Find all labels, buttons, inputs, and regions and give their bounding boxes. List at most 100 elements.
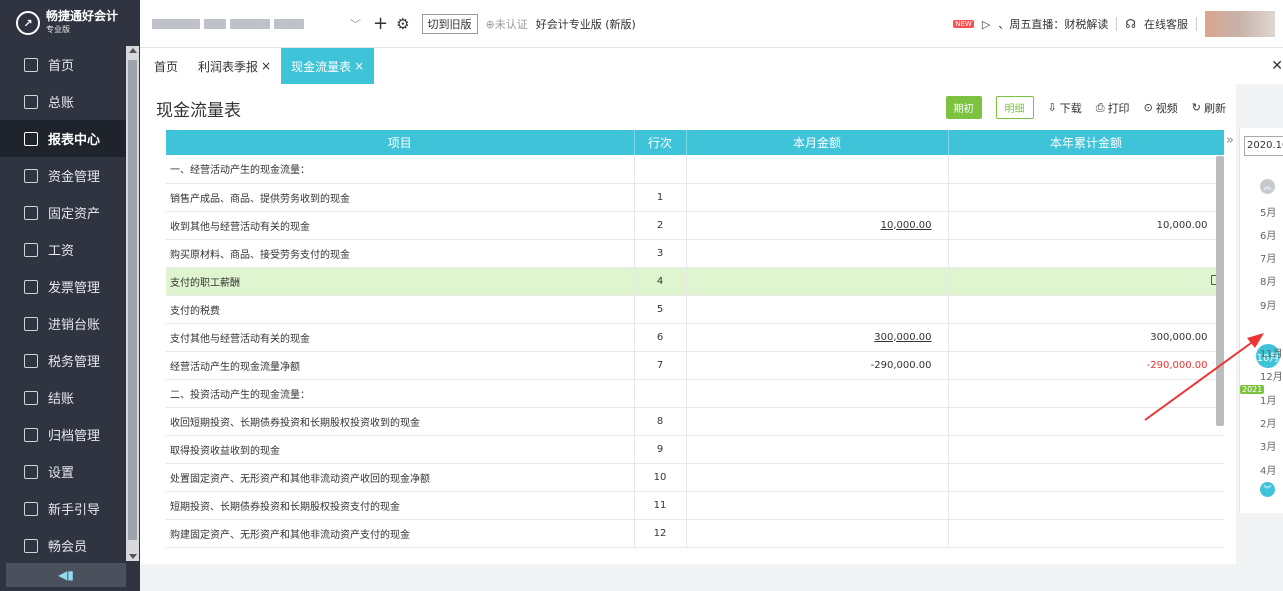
video-button[interactable]: ⊙ 视频 bbox=[1144, 100, 1178, 116]
certification-status[interactable]: ⊕未认证 bbox=[486, 16, 528, 32]
sidebar-item-settings[interactable]: 设置 bbox=[0, 453, 126, 490]
sidebar-item-ledger[interactable]: 总账 bbox=[0, 83, 126, 120]
table-row-highlighted[interactable]: 支付的职工薪酬 4 bbox=[166, 267, 1224, 296]
sidebar-item-tax[interactable]: 税务管理 bbox=[0, 342, 126, 379]
close-icon[interactable]: × bbox=[261, 59, 271, 73]
close-books-icon bbox=[24, 390, 38, 405]
tab-cash-flow[interactable]: 现金流量表 × bbox=[281, 48, 375, 84]
column-header-item: 项目 bbox=[166, 130, 635, 155]
top-header: ﹀ + ⚙ 切到旧版 ⊕未认证 好会计专业版 (新版) NEW ▷ 、周五直播：… bbox=[140, 0, 1283, 48]
user-avatar[interactable] bbox=[1205, 11, 1275, 37]
table-row[interactable]: 销售产成品、商品、提供劳务收到的现金 1 bbox=[166, 183, 1224, 212]
sidebar-item-label: 资金管理 bbox=[48, 170, 101, 185]
drilldown-amount-link[interactable]: 10,000.00 bbox=[686, 211, 949, 240]
close-all-tabs-icon[interactable]: ✕ bbox=[1271, 58, 1283, 74]
month-item[interactable]: 12月 bbox=[1260, 368, 1283, 383]
scroll-down-arrow-icon[interactable] bbox=[129, 554, 137, 559]
detail-button[interactable]: 明细 bbox=[995, 96, 1034, 119]
header-right: NEW ▷ 、周五直播：财税解读 ☊ 在线客服 bbox=[953, 0, 1283, 48]
chevron-down-circle-icon[interactable]: ︾ bbox=[1260, 482, 1275, 497]
table-row[interactable]: 短期投资、长期债券投资和长期股权投资支付的现金 11 bbox=[166, 491, 1224, 520]
month-item[interactable]: 9月 bbox=[1260, 297, 1276, 312]
app-logo[interactable]: ↗ 畅捷通好会计 专业版 bbox=[0, 0, 140, 46]
live-play-icon: ▷ bbox=[981, 17, 991, 31]
initial-balance-button[interactable]: 期初 bbox=[945, 96, 982, 119]
table-scrollbar[interactable] bbox=[1216, 156, 1224, 426]
live-stream-link[interactable]: 、周五直播：财税解读 bbox=[998, 16, 1108, 32]
table-row[interactable]: 支付的税费 5 bbox=[166, 295, 1224, 324]
play-circle-icon: ⊙ bbox=[1143, 101, 1153, 114]
sidebar-item-reports[interactable]: 报表中心 bbox=[0, 120, 126, 157]
table-row[interactable]: 收到其他与经营活动有关的现金 2 10,000.00 10,000.00 bbox=[166, 211, 1224, 240]
sidebar-item-inventory[interactable]: 进销台账 bbox=[0, 305, 126, 342]
sidebar-collapse-button[interactable]: ◀▮ bbox=[6, 563, 126, 587]
period-input[interactable]: 2020.10 bbox=[1244, 136, 1283, 156]
salary-icon bbox=[24, 242, 38, 257]
table-row[interactable]: 取得投资收益收到的现金 9 bbox=[166, 435, 1224, 464]
sidebar-item-label: 税务管理 bbox=[48, 355, 101, 370]
sidebar-scrollbar[interactable] bbox=[126, 46, 139, 561]
tab-profit-quarterly[interactable]: 利润表季报 × bbox=[188, 48, 281, 84]
table-row[interactable]: 经营活动产生的现金流量净额 7 -290,000.00 -290,000.00 bbox=[166, 351, 1224, 380]
sidebar-item-label: 进销台账 bbox=[48, 318, 101, 333]
month-item[interactable]: 7月 bbox=[1260, 250, 1276, 265]
table-row[interactable]: 一、经营活动产生的现金流量： bbox=[166, 155, 1224, 184]
month-item[interactable]: 2月 bbox=[1260, 415, 1276, 430]
chevron-up-icon[interactable]: ︽ bbox=[1260, 179, 1275, 194]
sidebar-item-funds[interactable]: 资金管理 bbox=[0, 157, 126, 194]
period-selector-panel: 2020.10 ︽ 5月 6月 7月 8月 9月 10月 11月 12月 202… bbox=[1239, 128, 1283, 513]
switch-old-version-button[interactable]: 切到旧版 bbox=[421, 13, 478, 34]
chevron-down-icon[interactable]: ﹀ bbox=[350, 16, 361, 32]
sidebar-item-label: 归档管理 bbox=[48, 429, 101, 444]
month-item[interactable]: 6月 bbox=[1260, 227, 1276, 242]
online-service-link[interactable]: 在线客服 bbox=[1144, 16, 1188, 32]
sidebar-item-close-books[interactable]: 结账 bbox=[0, 379, 126, 416]
sidebar-item-guide[interactable]: 新手引导 bbox=[0, 490, 126, 527]
sidebar-item-salary[interactable]: 工资 bbox=[0, 231, 126, 268]
print-button[interactable]: ⎙ 打印 bbox=[1096, 100, 1130, 116]
company-selector[interactable] bbox=[152, 17, 332, 31]
settings-icon bbox=[24, 464, 38, 479]
month-item[interactable]: 5月 bbox=[1260, 204, 1276, 219]
company-name-redacted bbox=[152, 18, 200, 29]
report-toolbar: 期初 明细 ⇩ 下载 ⎙ 打印 ⊙ 视频 ↻ 刷新 bbox=[945, 96, 1226, 119]
month-item[interactable]: 1月 bbox=[1260, 392, 1276, 407]
tab-home[interactable]: 首页 bbox=[140, 48, 188, 84]
sidebar-nav: 首页 总账 报表中心 资金管理 固定资产 工资 发票管理 进销台账 税务管理 结… bbox=[0, 46, 126, 564]
download-button[interactable]: ⇩ 下载 bbox=[1048, 100, 1082, 116]
refresh-icon: ↻ bbox=[1191, 101, 1201, 114]
sidebar-item-member[interactable]: 畅会员 bbox=[0, 527, 126, 564]
edition-label: 好会计专业版 (新版) bbox=[535, 17, 636, 31]
sidebar-item-invoices[interactable]: 发票管理 bbox=[0, 268, 126, 305]
drilldown-amount-link[interactable]: 300,000.00 bbox=[686, 323, 949, 352]
table-row[interactable]: 收回短期投资、长期债券投资和长期股权投资收到的现金 8 bbox=[166, 407, 1224, 436]
table-row[interactable]: 购买原材料、商品、接受劳务支付的现金 3 bbox=[166, 239, 1224, 268]
table-header-row: 项目 行次 本月金额 本年累计金额 bbox=[166, 130, 1224, 155]
add-icon[interactable]: + bbox=[373, 13, 388, 34]
table-row[interactable]: 处置固定资产、无形资产和其他非流动资产收回的现金净额 10 bbox=[166, 463, 1224, 492]
double-chevron-right-icon[interactable]: » bbox=[1226, 133, 1234, 148]
sidebar-item-label: 总账 bbox=[48, 96, 75, 111]
gear-icon[interactable]: ⚙ bbox=[396, 15, 409, 33]
page-title: 现金流量表 bbox=[156, 101, 241, 121]
scroll-up-arrow-icon[interactable] bbox=[129, 48, 137, 53]
refresh-button[interactable]: ↻ 刷新 bbox=[1192, 100, 1226, 116]
month-item[interactable]: 4月 bbox=[1260, 462, 1276, 477]
close-icon[interactable]: × bbox=[354, 59, 364, 73]
sidebar-scroll-thumb[interactable] bbox=[128, 60, 137, 540]
member-icon bbox=[24, 538, 38, 553]
table-row[interactable]: 购建固定资产、无形资产和其他非流动资产支付的现金 12 bbox=[166, 519, 1224, 548]
headset-icon: ☊ bbox=[1125, 17, 1136, 31]
app-root: ↗ 畅捷通好会计 专业版 首页 总账 报表中心 资金管理 固定资产 工资 发票管… bbox=[0, 0, 1283, 591]
sidebar-item-label: 新手引导 bbox=[48, 503, 101, 518]
month-item[interactable]: 3月 bbox=[1260, 438, 1276, 453]
month-item[interactable]: 8月 bbox=[1260, 273, 1276, 288]
asset-icon bbox=[24, 205, 38, 220]
money-icon bbox=[24, 168, 38, 183]
sidebar-item-archive[interactable]: 归档管理 bbox=[0, 416, 126, 453]
table-row[interactable]: 二、投资活动产生的现金流量： bbox=[166, 379, 1224, 408]
sidebar-item-home[interactable]: 首页 bbox=[0, 46, 126, 83]
sidebar-item-fixed-assets[interactable]: 固定资产 bbox=[0, 194, 126, 231]
table-row[interactable]: 支付其他与经营活动有关的现金 6 300,000.00 300,000.00 bbox=[166, 323, 1224, 352]
month-item[interactable]: 11月 bbox=[1260, 345, 1283, 360]
